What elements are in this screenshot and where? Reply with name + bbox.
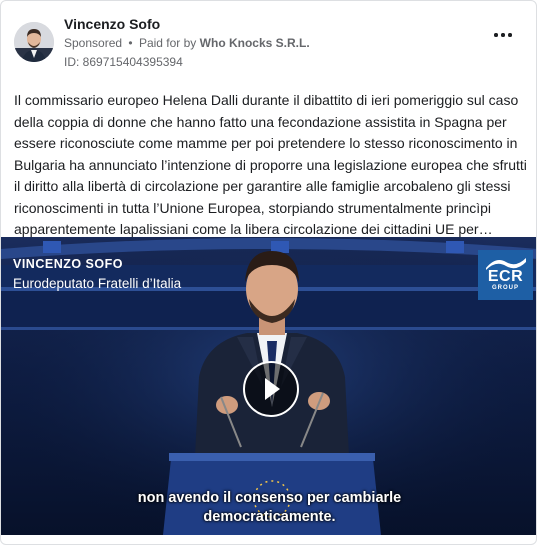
paid-for-by: Who Knocks S.R.L.	[199, 36, 310, 50]
subtitle-line-2: democraticamente.	[203, 509, 336, 525]
ecr-group-logo: ECR GROUP	[478, 250, 533, 300]
speaker-role: Eurodeputato Fratelli d’Italia	[13, 276, 182, 291]
speaker-lower-third: VINCENZO SOFO Eurodeputato Fratelli d’It…	[13, 257, 181, 291]
video-subtitle: non avendo il consenso per cambiarle dem…	[1, 489, 536, 527]
ad-id: ID: 869715404395394	[64, 55, 183, 69]
separator-dot: •	[128, 36, 133, 50]
sponsored-post-card: Vincenzo Sofo Sponsored • Paid for by Wh…	[0, 0, 537, 545]
post-header: Vincenzo Sofo Sponsored • Paid for by Wh…	[1, 1, 536, 75]
author-name[interactable]: Vincenzo Sofo	[64, 16, 160, 32]
logo-text: ECR	[487, 268, 524, 285]
video-player[interactable]: VINCENZO SOFO Eurodeputato Fratelli d’It…	[1, 237, 536, 535]
subtitle-line-1: non avendo il consenso per cambiarle	[137, 490, 402, 506]
play-button[interactable]	[243, 361, 299, 417]
author-avatar[interactable]	[14, 22, 54, 62]
logo-wave-icon	[486, 258, 526, 270]
play-icon	[265, 378, 280, 400]
paid-for-prefix: Paid for by	[138, 36, 197, 50]
more-options-icon[interactable]	[494, 31, 514, 39]
logo-subtext: GROUP	[491, 285, 519, 291]
speaker-name: VINCENZO SOFO	[13, 257, 123, 271]
post-text: Il commissario europeo Helena Dalli dura…	[14, 92, 527, 237]
sponsored-label: Sponsored	[64, 36, 123, 50]
sponsor-line: Sponsored • Paid for by Who Knocks S.R.L…	[64, 36, 310, 50]
